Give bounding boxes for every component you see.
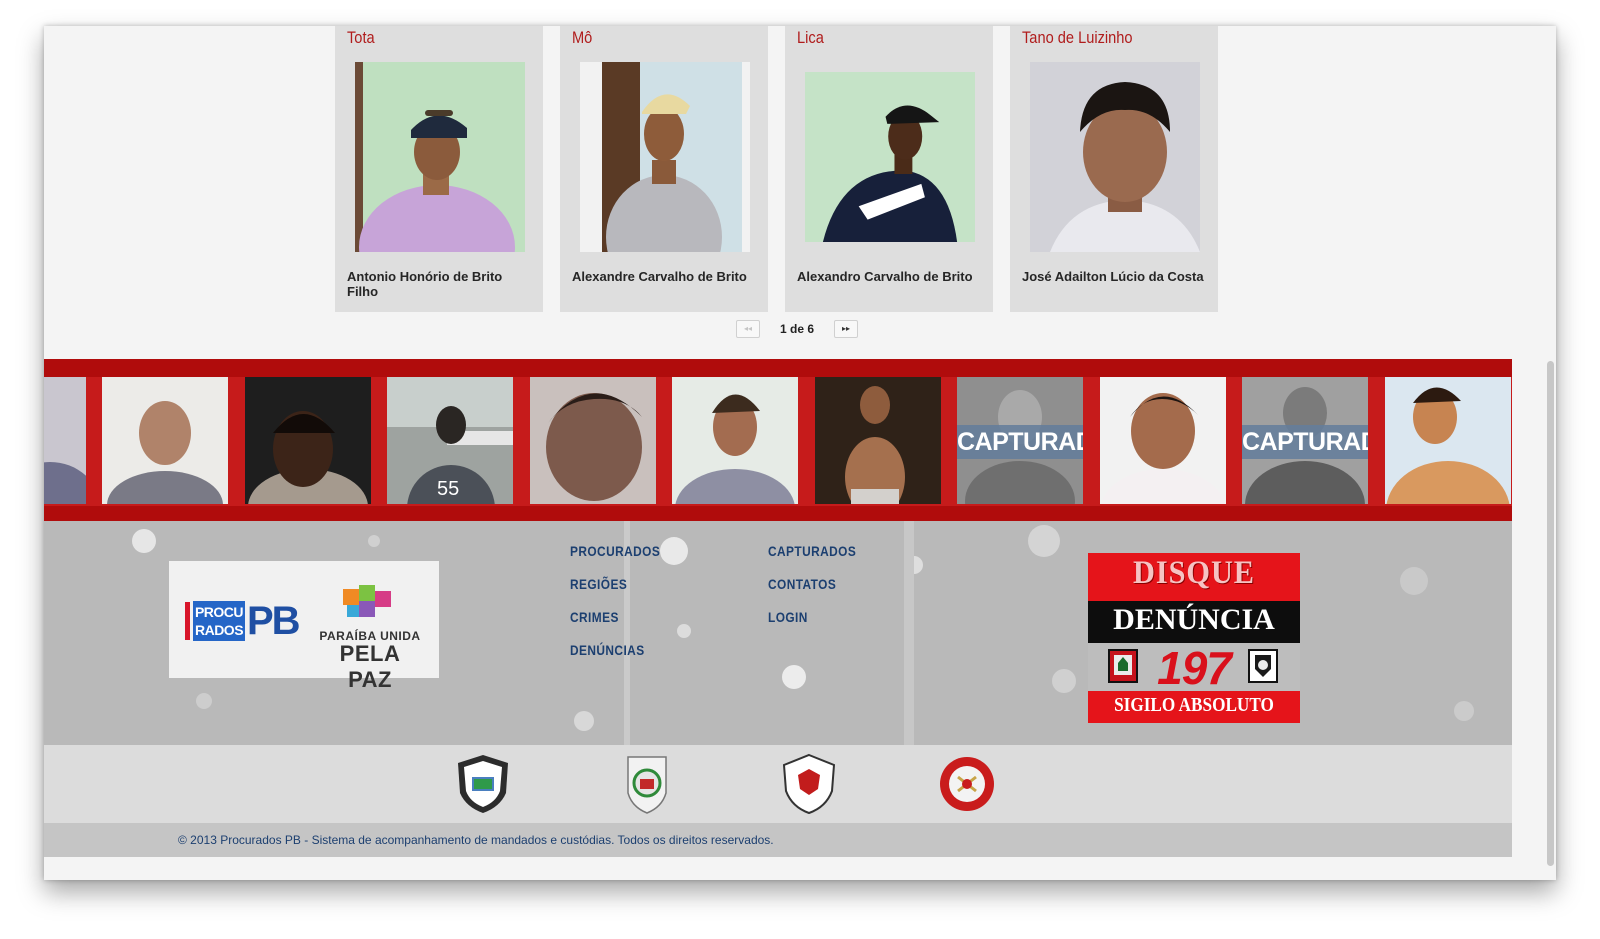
policia-militar-emblem-icon[interactable] [618, 753, 676, 815]
pagination: ◂◂ 1 de 6 ▸▸ [736, 320, 858, 338]
footer-link-login[interactable]: LOGIN [768, 609, 808, 625]
carousel-thumbnail[interactable]: CAPTURADO [957, 377, 1083, 504]
paraiba-pela-paz-logo[interactable]: PARAÍBA UNIDA PELA PAZ [315, 583, 425, 692]
carousel-thumbnail[interactable] [672, 377, 798, 504]
policia-cientifica-emblem-icon[interactable] [780, 753, 838, 815]
logo-paz-bottom: PELA PAZ [339, 641, 401, 692]
wanted-card[interactable]: Mô Alexandre Carvalho de Brito [560, 26, 768, 312]
scrollbar-thumb[interactable] [1547, 361, 1554, 866]
carousel-thumbnail[interactable] [44, 377, 86, 504]
carousel-thumbnail[interactable] [245, 377, 371, 504]
disque-title: DISQUE [1133, 555, 1255, 591]
footer-link-procurados[interactable]: PROCURADOS [570, 543, 660, 559]
copyright-bar: © 2013 Procurados PB - Sistema de acompa… [44, 823, 1512, 857]
carousel-thumbnail[interactable]: CAPTURADO [1242, 377, 1368, 504]
suspect-photo[interactable] [1030, 62, 1200, 252]
wanted-card[interactable]: Tano de Luizinho José Adailton Lúcio da … [1010, 26, 1218, 312]
suspect-photo[interactable] [355, 62, 525, 252]
disque-footer: SIGILO ABSOLUTO [1114, 694, 1274, 716]
wanted-card[interactable]: Lica Alexandro Carvalho de Brito [785, 26, 993, 312]
carousel-thumbnail[interactable] [815, 377, 941, 504]
wanted-card[interactable]: Tota Antonio Honório de Brito Filho [335, 26, 543, 312]
suspect-photo[interactable] [805, 62, 975, 252]
site-footer: PROCU RADOS PB PARAÍBA UNIDA PELA PAZ PRO… [44, 521, 1512, 745]
footer-link-contatos[interactable]: CONTATOS [768, 576, 836, 592]
footer-link-denuncias[interactable]: DENÚNCIAS [570, 642, 645, 658]
puzzle-icon [343, 585, 391, 617]
agency-emblems [44, 745, 1512, 823]
card-full-name[interactable]: Alexandro Carvalho de Brito [797, 269, 982, 284]
captured-badge: CAPTURADO [957, 425, 1083, 459]
carousel-thumbnail[interactable]: 55 [387, 377, 513, 504]
policia-civil-emblem-icon[interactable] [454, 753, 512, 815]
prev-page-button[interactable]: ◂◂ [736, 320, 760, 338]
disque-subtitle: DENÚNCIA [1113, 603, 1275, 636]
suspect-photo[interactable] [580, 62, 750, 252]
partner-logos: PROCU RADOS PB PARAÍBA UNIDA PELA PAZ [169, 561, 439, 692]
card-nickname[interactable]: Mô [572, 28, 592, 48]
police-badge-icon [1248, 649, 1278, 683]
carousel-border [44, 506, 1512, 521]
card-nickname[interactable]: Tota [347, 28, 375, 48]
svg-text:55: 55 [437, 478, 459, 500]
carousel-thumbnail[interactable] [530, 377, 656, 504]
carousel-thumbnail[interactable] [1100, 377, 1226, 504]
logo-pb-text: PB [247, 599, 301, 643]
browser-window: Tota Antonio Honório de Brito Filho Mô A… [44, 26, 1556, 880]
next-page-button[interactable]: ▸▸ [834, 320, 858, 338]
page-indicator: 1 de 6 [779, 322, 815, 336]
card-full-name[interactable]: José Adailton Lúcio da Costa [1022, 269, 1207, 284]
wanted-carousel: 55 CAPTURADO CAPTURADO [44, 359, 1512, 521]
card-full-name[interactable]: Antonio Honório de Brito Filho [347, 269, 532, 299]
corpo-bombeiros-emblem-icon[interactable] [938, 753, 996, 815]
copyright-text: © 2013 Procurados PB - Sistema de acompa… [178, 833, 774, 847]
footer-link-crimes[interactable]: CRIMES [570, 609, 619, 625]
carousel-thumbnail[interactable] [1385, 377, 1511, 504]
carousel-border [44, 359, 1512, 377]
card-full-name[interactable]: Alexandre Carvalho de Brito [572, 269, 757, 284]
carousel-thumbnail[interactable] [102, 377, 228, 504]
logo-procurados-text: PROCU RADOS [193, 601, 245, 641]
footer-link-capturados[interactable]: CAPTURADOS [768, 543, 856, 559]
captured-badge: CAPTURADO [1242, 425, 1368, 459]
card-nickname[interactable]: Tano de Luizinho [1022, 28, 1133, 48]
logo-accent-bar [185, 602, 190, 640]
card-nickname[interactable]: Lica [797, 28, 824, 48]
disque-denuncia-banner[interactable]: DISQUE DENÚNCIA 197 SIGILO ABSOLUTO [1088, 553, 1300, 723]
procurados-pb-logo[interactable]: PROCU RADOS PB [185, 599, 301, 647]
footer-link-regioes[interactable]: REGIÕES [570, 576, 627, 592]
